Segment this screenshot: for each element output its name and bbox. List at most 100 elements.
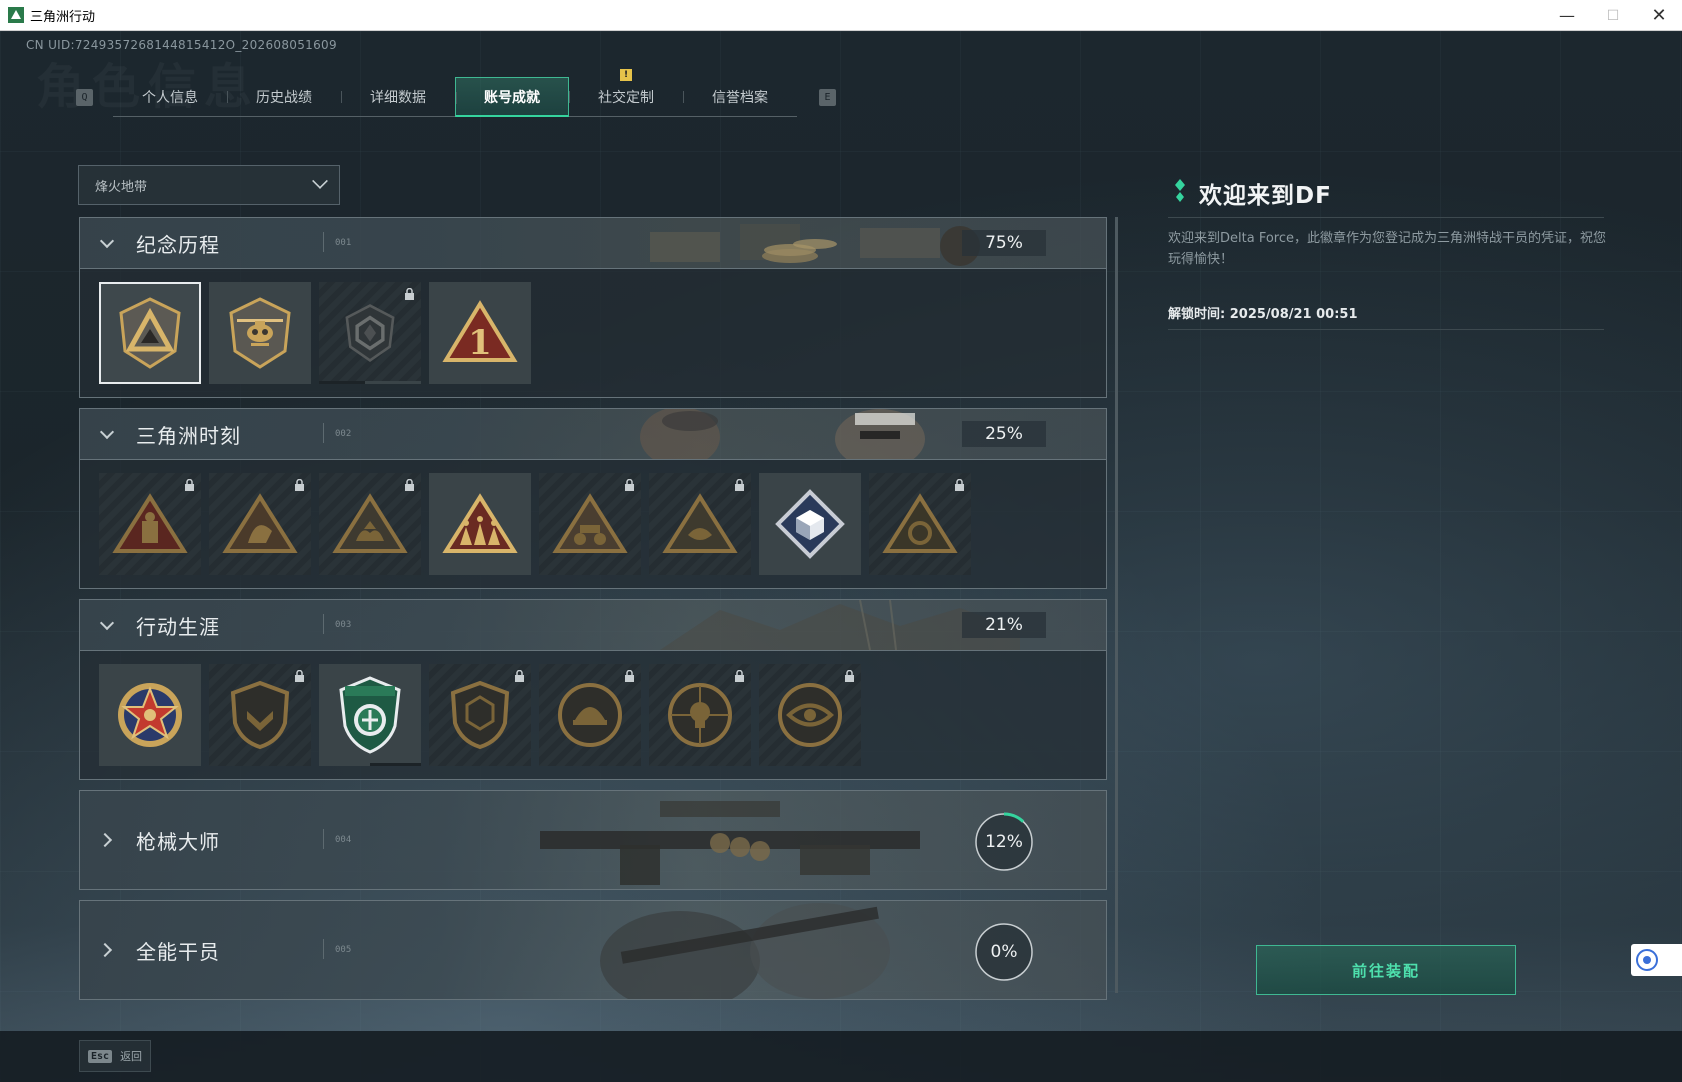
tab-detailed-stats[interactable]: 详细数据 (341, 77, 455, 117)
triangle-rider-badge-icon (552, 493, 628, 553)
hex-emblem-badge-icon (345, 304, 395, 362)
badge-tile[interactable] (99, 664, 201, 766)
tab-account-achievements[interactable]: 账号成就 (455, 77, 569, 117)
achievement-category-list: 纪念历程 001 75% 1 三角洲时刻 002 25% 行动生涯 003 21… (79, 217, 1107, 1010)
category-header[interactable]: 全能干员 005 0% (79, 900, 1107, 1000)
soldiers-art (600, 903, 890, 999)
lock-icon (625, 479, 634, 491)
ifly-widget[interactable] (1631, 944, 1682, 976)
badge-tile[interactable] (209, 282, 311, 384)
category-header[interactable]: 行动生涯 003 21% (79, 599, 1107, 651)
delta-shield-badge-icon (119, 297, 181, 369)
badge-tile[interactable] (869, 473, 971, 575)
badge-tile[interactable] (759, 664, 861, 766)
badge-tile[interactable] (759, 473, 861, 575)
badge-tile[interactable] (99, 282, 201, 384)
bottom-bar: Esc 返回 (0, 1031, 1682, 1082)
star-medal-badge-icon (118, 683, 182, 747)
category-header[interactable]: 枪械大师 004 12% (79, 790, 1107, 890)
triangle-fish-badge-icon (662, 493, 738, 553)
list-scrollbar[interactable] (1115, 217, 1118, 993)
game-viewport: 角色信息 CN UID:7249357268144815412O_2026080… (0, 31, 1682, 1082)
category-code: 003 (322, 614, 352, 634)
category-delta-moments: 三角洲时刻 002 25% (79, 408, 1107, 589)
category-percent: 75% (962, 230, 1046, 256)
lock-icon (625, 670, 634, 682)
badge-grid (79, 460, 1107, 589)
badge-tile[interactable] (99, 473, 201, 575)
svg-text:1: 1 (468, 323, 492, 363)
chevron-down-icon (312, 173, 328, 189)
lock-icon (845, 670, 854, 682)
category-percent: 12% (985, 832, 1023, 852)
circle-eye-badge-icon (778, 683, 842, 747)
badge-tile[interactable] (429, 664, 531, 766)
category-code: 002 (322, 423, 352, 443)
tab-next-key[interactable]: E (819, 88, 836, 106)
divider (1168, 329, 1604, 330)
close-icon[interactable]: ✕ (1636, 0, 1682, 31)
window-titlebar: 三角洲行动 — ☐ ✕ (0, 0, 1682, 31)
badge-progress (319, 381, 421, 384)
maximize-icon[interactable]: ☐ (1590, 0, 1636, 31)
badge-tile[interactable] (539, 664, 641, 766)
category-name: 行动生涯 (136, 614, 220, 639)
shield-chevron-badge-icon (230, 680, 290, 750)
diamond-cube-badge-icon (775, 489, 845, 559)
minimize-icon[interactable]: — (1544, 0, 1590, 31)
tab-match-history[interactable]: 历史战绩 (227, 77, 341, 117)
category-name: 枪械大师 (136, 829, 220, 854)
tab-social-custom[interactable]: ! 社交定制 (569, 69, 683, 117)
triangle-mask-badge-icon (882, 493, 958, 553)
machine-gun-art (540, 801, 920, 885)
tab-label: 个人信息 (142, 90, 198, 106)
tab-strip: 个人信息 历史战绩 详细数据 账号成就 ! 社交定制 信誉档案 (113, 69, 797, 117)
triangle-runner-badge-icon (222, 493, 298, 553)
category-code: 004 (322, 829, 352, 849)
lock-icon (295, 479, 304, 491)
category-code: 001 (322, 232, 352, 252)
badge-tile[interactable] (209, 664, 311, 766)
category-operation-career: 行动生涯 003 21% (79, 599, 1107, 780)
badge-grid: 1 (79, 269, 1107, 398)
lock-icon (735, 479, 744, 491)
category-header[interactable]: 三角洲时刻 002 25% (79, 408, 1107, 460)
badge-tile[interactable] (319, 664, 421, 766)
badge-tile[interactable] (649, 664, 751, 766)
chevron-down-icon (99, 233, 115, 249)
category-code: 005 (322, 939, 352, 959)
lock-icon (515, 670, 524, 682)
player-uid: CN UID:7249357268144815412O_202608051609 (26, 38, 337, 52)
category-name: 纪念历程 (136, 232, 220, 257)
badge-tile[interactable] (649, 473, 751, 575)
badge-progress (319, 763, 421, 766)
tab-label: 历史战绩 (256, 90, 312, 106)
mode-select-value: 烽火地带 (95, 179, 148, 195)
triangle-hands-badge-icon (332, 493, 408, 553)
tab-reputation-file[interactable]: 信誉档案 (683, 77, 797, 117)
app-logo-icon (8, 7, 24, 23)
badge-tile[interactable] (429, 473, 531, 575)
go-equip-button[interactable]: 前往装配 (1256, 945, 1516, 995)
category-header[interactable]: 纪念历程 001 75% (79, 217, 1107, 269)
tab-prev-key[interactable]: Q (76, 88, 93, 106)
number-one-triangle-badge-icon: 1 (442, 300, 518, 363)
badge-tile[interactable] (319, 473, 421, 575)
category-name: 三角洲时刻 (136, 423, 241, 448)
back-button[interactable]: Esc 返回 (79, 1040, 151, 1072)
green-shield-badge-icon (339, 676, 401, 754)
tab-personal-info[interactable]: 个人信息 (113, 77, 227, 117)
category-all-round-operator: 全能干员 005 0% (79, 900, 1107, 1000)
mode-select[interactable]: 烽火地带 (78, 165, 340, 205)
unlock-time: 解锁时间: 2025/08/21 00:51 (1168, 307, 1358, 322)
back-label: 返回 (120, 1050, 143, 1063)
esc-key: Esc (88, 1049, 113, 1063)
badge-tile[interactable] (539, 473, 641, 575)
badge-tile[interactable] (319, 282, 421, 384)
badge-grid (79, 651, 1107, 780)
badge-tile[interactable]: 1 (429, 282, 531, 384)
badge-tile[interactable] (209, 473, 311, 575)
divider (1168, 217, 1604, 218)
tab-label: 信誉档案 (712, 90, 768, 106)
lock-icon (405, 479, 414, 491)
